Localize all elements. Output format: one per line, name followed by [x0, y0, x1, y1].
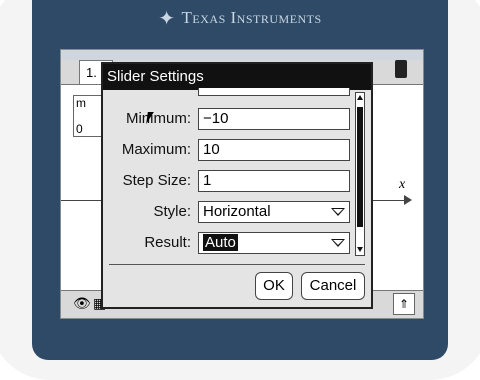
- brand-name: Texas Instruments: [181, 8, 322, 27]
- style-select-value: Horizontal: [203, 203, 271, 220]
- step-size-input[interactable]: 1: [198, 170, 350, 192]
- dialog-scrollbar[interactable]: [355, 92, 365, 256]
- scroll-up-arrow-icon[interactable]: [357, 95, 363, 100]
- slider-settings-dialog: Slider Settings Minimum: −10 Maximum: 10…: [101, 62, 373, 309]
- dialog-title: Slider Settings: [103, 64, 371, 90]
- cancel-button[interactable]: Cancel: [301, 272, 365, 300]
- battery-icon: [395, 60, 407, 78]
- scrollbar-thumb[interactable]: [357, 107, 363, 227]
- result-label: Result:: [144, 234, 191, 251]
- chevron-down-icon: [331, 208, 345, 216]
- maximum-label: Maximum:: [121, 141, 191, 158]
- double-chevron-up-icon[interactable]: ⇑: [393, 293, 415, 315]
- minimum-input[interactable]: −10: [198, 108, 350, 130]
- result-select-value: Auto: [203, 234, 238, 251]
- ti-logo-icon: ✦: [158, 7, 176, 30]
- maximum-input[interactable]: 10: [198, 139, 350, 161]
- slider-zero-label: 0: [76, 122, 83, 136]
- brand-header: ✦ Texas Instruments: [32, 0, 448, 36]
- x-axis-label: x: [399, 177, 406, 192]
- style-select[interactable]: Horizontal: [198, 201, 350, 223]
- style-label: Style:: [153, 203, 191, 220]
- scroll-down-arrow-icon[interactable]: [357, 247, 363, 252]
- slider-variable-label: m: [76, 96, 86, 110]
- chevron-down-icon: [331, 239, 345, 247]
- x-axis-arrow-icon: [404, 195, 412, 205]
- ok-button[interactable]: OK: [255, 272, 293, 300]
- step-size-label: Step Size:: [122, 172, 191, 189]
- screen-top-strip: [61, 50, 423, 60]
- result-select[interactable]: Auto: [198, 232, 350, 254]
- eye-icon[interactable]: 👁: [73, 295, 91, 312]
- dialog-divider: [109, 264, 365, 265]
- clipped-field: [198, 88, 350, 96]
